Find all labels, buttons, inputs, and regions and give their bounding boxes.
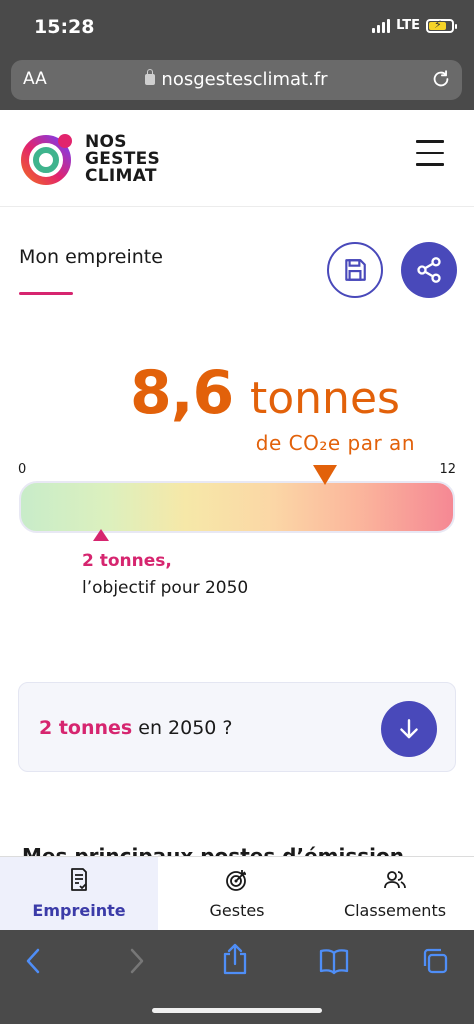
- network-label: LTE: [396, 18, 420, 33]
- url-bar[interactable]: AA nosgestesclimat.fr: [11, 60, 462, 100]
- share-sheet-icon[interactable]: [221, 942, 249, 976]
- scroll-down-button[interactable]: [381, 701, 437, 757]
- status-time: 15:28: [34, 16, 95, 38]
- current-footprint-marker: [313, 465, 338, 485]
- url-field[interactable]: nosgestesclimat.fr: [11, 69, 462, 90]
- bottom-tab-bar: Empreinte Gestes Classements: [0, 856, 474, 930]
- target-marker: [93, 529, 109, 541]
- tab-label: Empreinte: [32, 901, 126, 920]
- logo-text: NOS GESTES CLIMAT: [85, 132, 161, 186]
- title-underline: [19, 292, 73, 295]
- card-rest: en 2050 ?: [132, 717, 233, 739]
- url-text: nosgestesclimat.fr: [161, 69, 328, 90]
- home-indicator: [152, 1008, 322, 1013]
- document-check-icon: [71, 868, 87, 891]
- share-icon: [417, 257, 441, 283]
- scale-max-label: 12: [439, 462, 456, 477]
- logo-icon[interactable]: [20, 130, 76, 186]
- signal-icon: [372, 18, 391, 33]
- save-icon: [345, 259, 366, 281]
- menu-button[interactable]: [416, 140, 444, 166]
- battery-icon: ⚡: [426, 18, 457, 33]
- tab-gestes[interactable]: Gestes: [158, 857, 316, 930]
- page-title: Mon empreinte: [19, 246, 163, 268]
- scale-min-label: 0: [18, 462, 27, 477]
- share-button[interactable]: [401, 242, 457, 298]
- reload-icon[interactable]: [430, 68, 452, 90]
- tabs-icon[interactable]: [421, 946, 449, 976]
- status-indicators: LTE ⚡: [372, 18, 457, 33]
- target-icon: [226, 870, 246, 891]
- lock-icon: [145, 69, 156, 85]
- save-button[interactable]: [327, 242, 383, 298]
- browser-url-area: AA nosgestesclimat.fr: [0, 52, 474, 110]
- back-icon[interactable]: [22, 946, 46, 976]
- tab-label: Gestes: [209, 901, 265, 920]
- target-2050-card[interactable]: 2 tonnes en 2050 ?: [18, 682, 456, 772]
- users-icon: [384, 871, 406, 889]
- footprint-gauge: [19, 481, 455, 533]
- tab-classements[interactable]: Classements: [316, 857, 474, 930]
- footprint-sub-unit: de CO₂e par an: [255, 431, 415, 455]
- forward-icon[interactable]: [124, 946, 148, 976]
- arrow-down-icon: [400, 719, 418, 739]
- goal-value: 2 tonnes,: [82, 551, 172, 571]
- card-text: 2 tonnes en 2050 ?: [39, 717, 233, 739]
- status-bar: 15:28 LTE ⚡: [0, 0, 474, 52]
- footprint-value: 8,6: [130, 358, 234, 428]
- tab-label: Classements: [343, 901, 447, 920]
- footprint-unit: tonnes: [250, 373, 400, 424]
- site-header: NOS GESTES CLIMAT: [0, 110, 474, 207]
- tab-empreinte[interactable]: Empreinte: [0, 857, 158, 930]
- goal-label: l’objectif pour 2050: [82, 578, 249, 598]
- bookmarks-icon[interactable]: [318, 946, 350, 976]
- card-highlight: 2 tonnes: [39, 717, 133, 739]
